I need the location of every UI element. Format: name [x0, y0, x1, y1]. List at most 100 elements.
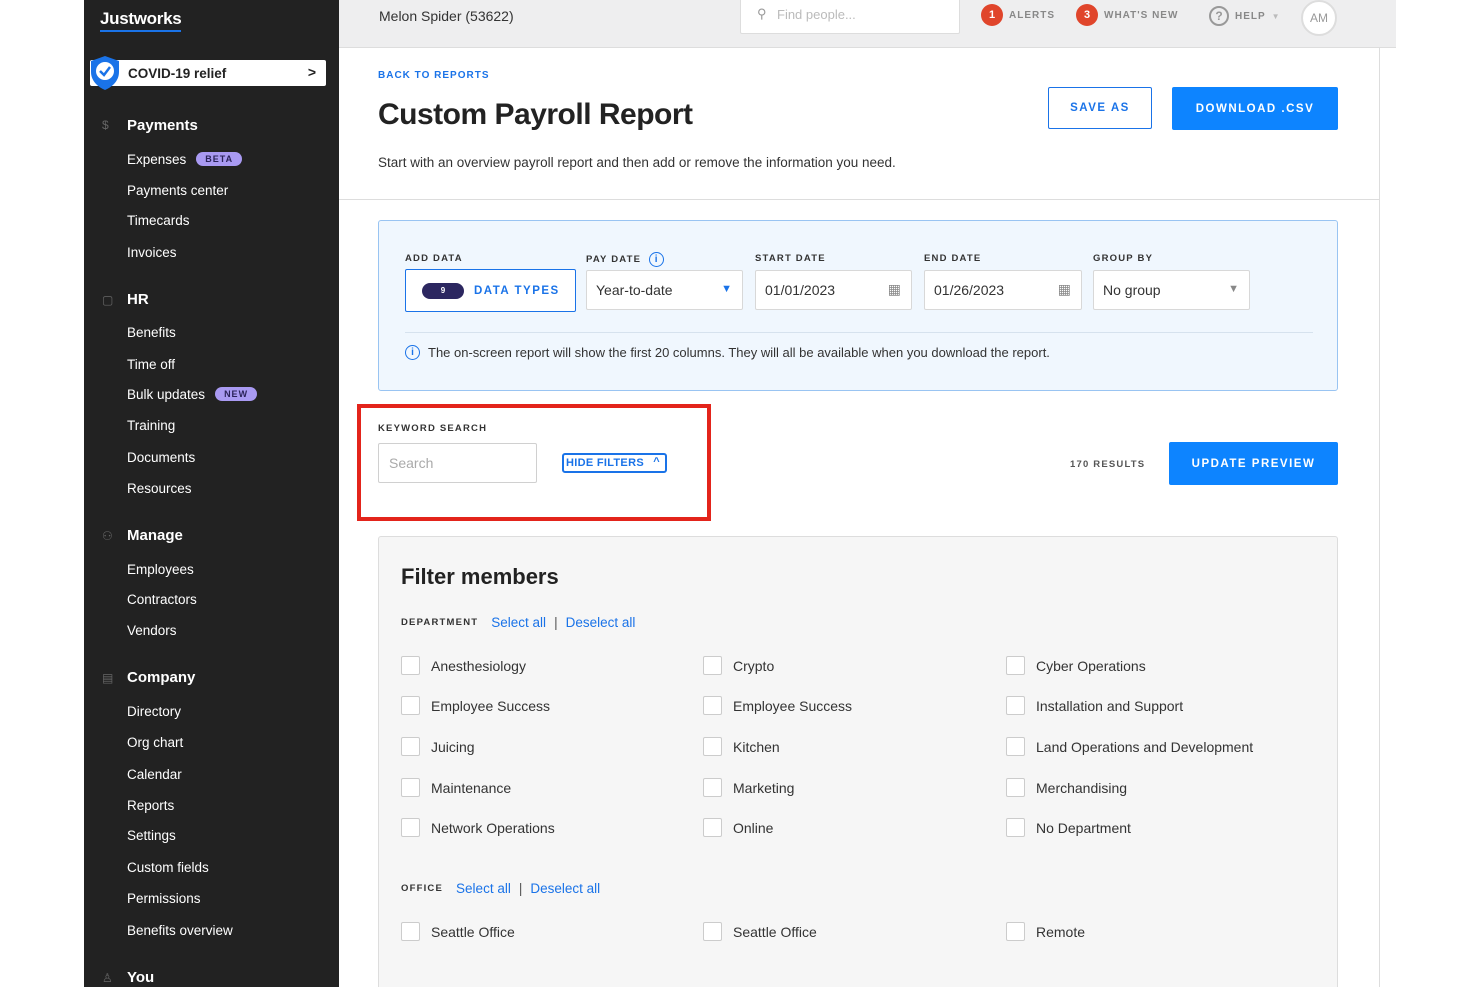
whats-new-button[interactable]: 3 WHAT'S NEW [1076, 4, 1178, 26]
nav-heading-you[interactable]: You [127, 969, 154, 986]
nav-item-time-off[interactable]: Time off [127, 357, 175, 372]
justworks-logo[interactable]: Justworks [100, 8, 182, 32]
office-deselect-all-link[interactable]: Deselect all [530, 881, 600, 896]
checkbox[interactable] [1006, 737, 1025, 756]
end-date-field[interactable]: 01/26/2023 ▦ [924, 270, 1082, 310]
nav-item-benefits-overview[interactable]: Benefits overview [127, 923, 233, 938]
department-checkbox[interactable]: Land Operations and Development [1006, 737, 1253, 756]
save-as-button[interactable]: SAVE AS [1048, 87, 1152, 129]
nav-heading-payments[interactable]: Payments [127, 117, 198, 134]
office-checkbox[interactable]: Seattle Office [401, 922, 515, 941]
nav-item-reports[interactable]: Reports [127, 798, 174, 813]
department-checkbox[interactable]: Marketing [703, 778, 794, 797]
nav-item-settings[interactable]: Settings [127, 828, 176, 843]
checkbox[interactable] [1006, 818, 1025, 837]
checkbox[interactable] [401, 656, 420, 675]
calendar-icon[interactable]: ▦ [888, 281, 901, 298]
department-checkbox[interactable]: Network Operations [401, 818, 555, 837]
nav-item-payments-center[interactable]: Payments center [127, 183, 228, 198]
help-button[interactable]: ? HELP ▼ [1209, 6, 1281, 26]
nav-item-documents[interactable]: Documents [127, 450, 195, 465]
nav-heading-hr[interactable]: HR [127, 291, 149, 308]
checkbox[interactable] [703, 656, 722, 675]
checkbox[interactable] [703, 778, 722, 797]
checkbox[interactable] [1006, 656, 1025, 675]
nav-heading-manage[interactable]: Manage [127, 527, 183, 544]
update-preview-button[interactable]: UPDATE PREVIEW [1169, 442, 1338, 485]
find-people-input[interactable]: ⚲ Find people... [740, 0, 960, 34]
department-deselect-all-link[interactable]: Deselect all [566, 615, 636, 630]
office-select-all-link[interactable]: Select all [456, 881, 511, 896]
checkbox[interactable] [1006, 696, 1025, 715]
nav-item-bulk-updates[interactable]: Bulk updates NEW [127, 387, 258, 402]
checkbox[interactable] [703, 818, 722, 837]
nav-item-vendors[interactable]: Vendors [127, 623, 177, 638]
department-checkbox[interactable]: Kitchen [703, 737, 780, 756]
nav-item-benefits[interactable]: Benefits [127, 325, 176, 340]
nav-item-invoices[interactable]: Invoices [127, 245, 177, 260]
nav-heading-company[interactable]: Company [127, 669, 195, 686]
highlight-box [357, 404, 711, 521]
department-select-all-link[interactable]: Select all [491, 615, 546, 630]
department-checkbox[interactable]: Maintenance [401, 778, 511, 797]
checkbox-label: Online [733, 819, 774, 836]
checkbox[interactable] [401, 818, 420, 837]
group-by-select[interactable]: No group ▼ [1093, 270, 1250, 310]
pay-date-select[interactable]: Year-to-date ▼ [586, 270, 743, 310]
checkbox[interactable] [401, 696, 420, 715]
nav-item-calendar[interactable]: Calendar [127, 767, 182, 782]
checkbox-label: Marketing [733, 779, 795, 796]
avatar[interactable]: AM [1301, 0, 1337, 36]
start-date-field[interactable]: 01/01/2023 ▦ [755, 270, 912, 310]
beta-badge: BETA [196, 152, 243, 166]
checkbox[interactable] [1006, 778, 1025, 797]
nav-item-contractors[interactable]: Contractors [127, 592, 197, 607]
info-icon[interactable]: i [649, 252, 665, 267]
data-types-button[interactable]: 9 DATA TYPES [405, 269, 576, 312]
department-checkbox[interactable]: Online [703, 818, 773, 837]
checkbox[interactable] [703, 696, 722, 715]
department-checkbox[interactable]: Installation and Support [1006, 696, 1183, 715]
pay-date-value: Year-to-date [596, 282, 673, 298]
department-checkbox[interactable]: Juicing [401, 737, 475, 756]
back-to-reports-link[interactable]: BACK TO REPORTS [378, 70, 490, 81]
nav-item-directory[interactable]: Directory [127, 704, 181, 719]
department-label: DEPARTMENT [401, 617, 479, 628]
nav-item-custom-fields[interactable]: Custom fields [127, 860, 209, 875]
building-icon: ▤ [102, 671, 114, 685]
alerts-button[interactable]: 1 ALERTS [981, 4, 1055, 26]
department-checkbox[interactable]: Cyber Operations [1006, 656, 1146, 675]
alerts-label: ALERTS [1009, 9, 1055, 21]
department-checkbox[interactable]: Merchandising [1006, 778, 1127, 797]
nav-item-employees[interactable]: Employees [127, 562, 194, 577]
checkbox-label: Installation and Support [1036, 697, 1184, 714]
department-checkbox[interactable]: Anesthesiology [401, 656, 526, 675]
office-checkbox[interactable]: Seattle Office [703, 922, 817, 941]
checkbox[interactable] [703, 737, 722, 756]
checkbox[interactable] [401, 737, 420, 756]
office-label: OFFICE [401, 883, 444, 894]
department-checkbox[interactable]: Crypto [703, 656, 774, 675]
nav-item-permissions[interactable]: Permissions [127, 891, 201, 906]
chevron-down-icon: ▼ [1271, 11, 1281, 21]
question-icon: ? [1209, 6, 1229, 26]
calendar-icon[interactable]: ▦ [1058, 281, 1071, 298]
download-csv-button[interactable]: DOWNLOAD .CSV [1172, 87, 1338, 130]
nav-item-resources[interactable]: Resources [127, 481, 192, 496]
nav-item-training[interactable]: Training [127, 418, 175, 433]
checkbox[interactable] [703, 922, 722, 941]
nav-item-expenses[interactable]: Expenses BETA [127, 152, 243, 167]
department-checkbox[interactable]: No Department [1006, 818, 1131, 837]
checkbox[interactable] [401, 922, 420, 941]
checkbox[interactable] [401, 778, 420, 797]
department-checkbox[interactable]: Employee Success [401, 696, 550, 715]
checkbox-label: Kitchen [733, 738, 780, 755]
office-checkbox[interactable]: Remote [1006, 922, 1085, 941]
department-checkbox[interactable]: Employee Success [703, 696, 852, 715]
checkbox-label: Maintenance [431, 779, 512, 796]
checkbox[interactable] [1006, 922, 1025, 941]
nav-item-org-chart[interactable]: Org chart [127, 735, 183, 750]
nav-item-timecards[interactable]: Timecards [127, 213, 190, 228]
covid-relief-button[interactable]: COVID-19 relief > [90, 56, 326, 90]
scrollbar-track[interactable] [1379, 48, 1396, 987]
